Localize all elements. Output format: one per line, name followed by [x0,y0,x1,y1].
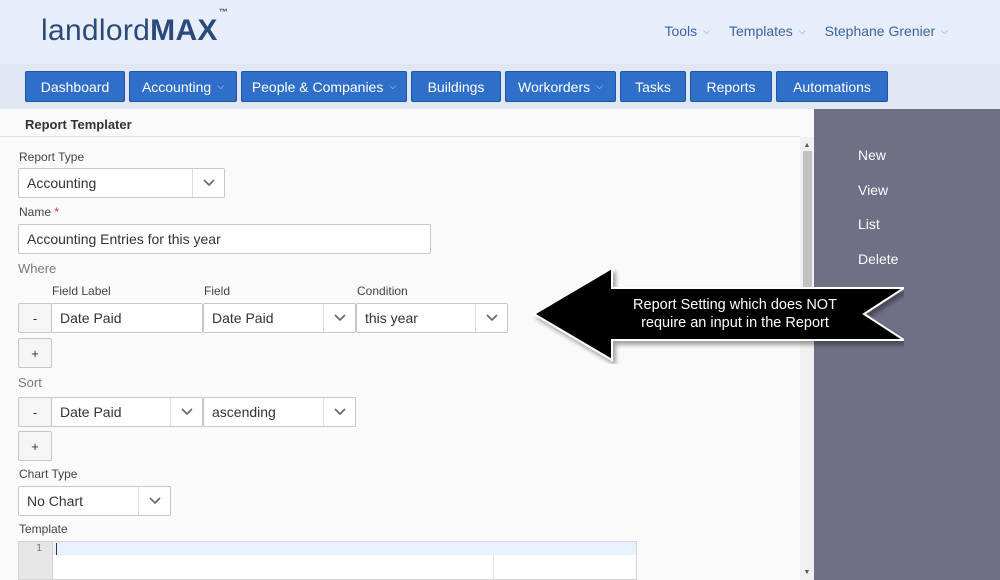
text-cursor [56,543,57,555]
nav-accounting-label: Accounting [141,78,212,95]
nav-workorders[interactable]: Workorders ⌵ [505,71,616,102]
where-remove-button[interactable]: - [18,303,52,333]
name-input[interactable]: Accounting Entries for this year [18,224,431,254]
chevron-down-icon [323,398,355,426]
chevron-down-icon [192,169,224,197]
report-type-value: Accounting [27,175,97,191]
logo-light-text: landlord [41,14,151,47]
sort-section-title: Sort [18,375,42,390]
report-type-label: Report Type [19,150,85,164]
top-menu-tools[interactable]: Tools ⌵ [664,23,710,39]
top-menu: Tools ⌵ Templates ⌵ Stephane Grenier ⌵ [664,23,948,39]
where-add-button[interactable]: + [18,338,52,368]
remove-button-label: - [32,310,38,326]
where-col-condition: Condition [357,284,408,298]
nav-buildings[interactable]: Buildings [411,71,501,102]
nav-dashboard-label: Dashboard [40,78,110,95]
top-header: landlordMAX™ Tools ⌵ Templates ⌵ Stephan… [0,0,1000,64]
where-condition-select[interactable]: this year [356,303,508,333]
remove-button-label: - [32,404,38,420]
chart-type-select[interactable]: No Chart [18,486,171,516]
chevron-down-icon: ⌵ [703,25,710,36]
template-label: Template [19,522,68,536]
sort-remove-button[interactable]: - [18,397,52,427]
sort-direction-value: ascending [212,404,276,420]
logo-bold-text: MAX [150,14,218,47]
chevron-down-icon: ⌵ [798,25,806,36]
sort-direction-select[interactable]: ascending [203,397,356,427]
where-section-title: Where [18,261,57,276]
editor-active-line [53,542,636,555]
chevron-down-icon: ⌵ [596,81,603,91]
sort-field-select[interactable]: Date Paid [51,397,203,427]
nav-workorders-label: Workorders [518,78,591,95]
top-menu-templates[interactable]: Templates ⌵ [729,23,806,39]
editor-gutter: 1 [19,542,53,579]
sidebar-item-view[interactable]: View [858,182,888,198]
nav-automations-label: Automations [793,78,871,95]
sidebar-item-new[interactable]: New [858,147,886,163]
nav-accounting[interactable]: Accounting ⌵ [129,71,237,102]
chevron-down-icon [170,398,202,426]
nav-buildings-label: Buildings [427,78,485,95]
chart-type-label: Chart Type [19,467,78,481]
sort-field-value: Date Paid [60,404,122,420]
nav-people-companies[interactable]: People & Companies ⌵ [241,71,407,102]
callout-text: Report Setting which does NOT require an… [610,296,860,332]
where-col-field-label: Field Label [52,284,111,298]
template-editor[interactable]: 1 [18,541,637,580]
chevron-down-icon: ⌵ [941,25,948,36]
page-title: Report Templater [25,117,132,132]
chart-type-value: No Chart [27,493,84,509]
nav-tasks-label: Tasks [635,78,671,95]
sort-add-button[interactable]: + [18,431,52,461]
line-number: 1 [35,543,42,554]
nav-reports[interactable]: Reports [690,71,772,102]
chevron-down-icon [475,304,507,332]
chevron-down-icon: ⌵ [217,81,225,91]
where-field-value: Date Paid [212,310,274,326]
callout-line-1: Report Setting which does NOT [633,297,837,313]
chevron-down-icon [138,487,170,515]
top-menu-user[interactable]: Stephane Grenier ⌵ [825,23,948,39]
nav-reports-label: Reports [706,78,756,95]
scroll-up-icon[interactable]: ▲ [800,139,814,151]
top-menu-tools-label: Tools [664,23,698,39]
add-button-label: + [31,345,39,361]
chevron-down-icon: ⌵ [389,81,397,91]
title-divider [0,136,800,137]
nav-people-companies-label: People & Companies [251,78,384,95]
nav-tasks[interactable]: Tasks [620,71,686,102]
required-mark: * [54,205,60,219]
nav-automations[interactable]: Automations [776,71,888,102]
top-menu-user-label: Stephane Grenier [824,23,936,39]
add-button-label: + [31,438,39,454]
editor-print-margin [493,555,494,580]
app-logo[interactable]: landlordMAX™ [41,7,228,48]
callout-line-2: require an input in the Report [641,315,829,331]
where-field-label-input[interactable]: Date Paid [51,303,203,333]
main-nav: Dashboard Accounting ⌵ People & Companie… [0,64,1000,109]
sidebar-item-list[interactable]: List [858,216,880,232]
logo-trademark: ™ [218,7,229,17]
where-col-field: Field [204,284,231,298]
where-condition-value: this year [365,310,418,326]
name-input-value: Accounting Entries for this year [27,231,221,247]
where-field-select[interactable]: Date Paid [203,303,356,333]
top-menu-templates-label: Templates [729,23,793,39]
name-label-text: Name [19,205,52,219]
chevron-down-icon [323,304,355,332]
name-label: Name * [19,205,59,219]
report-type-select[interactable]: Accounting [18,168,225,198]
nav-dashboard[interactable]: Dashboard [25,71,125,102]
scroll-down-icon[interactable]: ▼ [800,566,814,578]
where-field-label-value: Date Paid [60,310,122,326]
